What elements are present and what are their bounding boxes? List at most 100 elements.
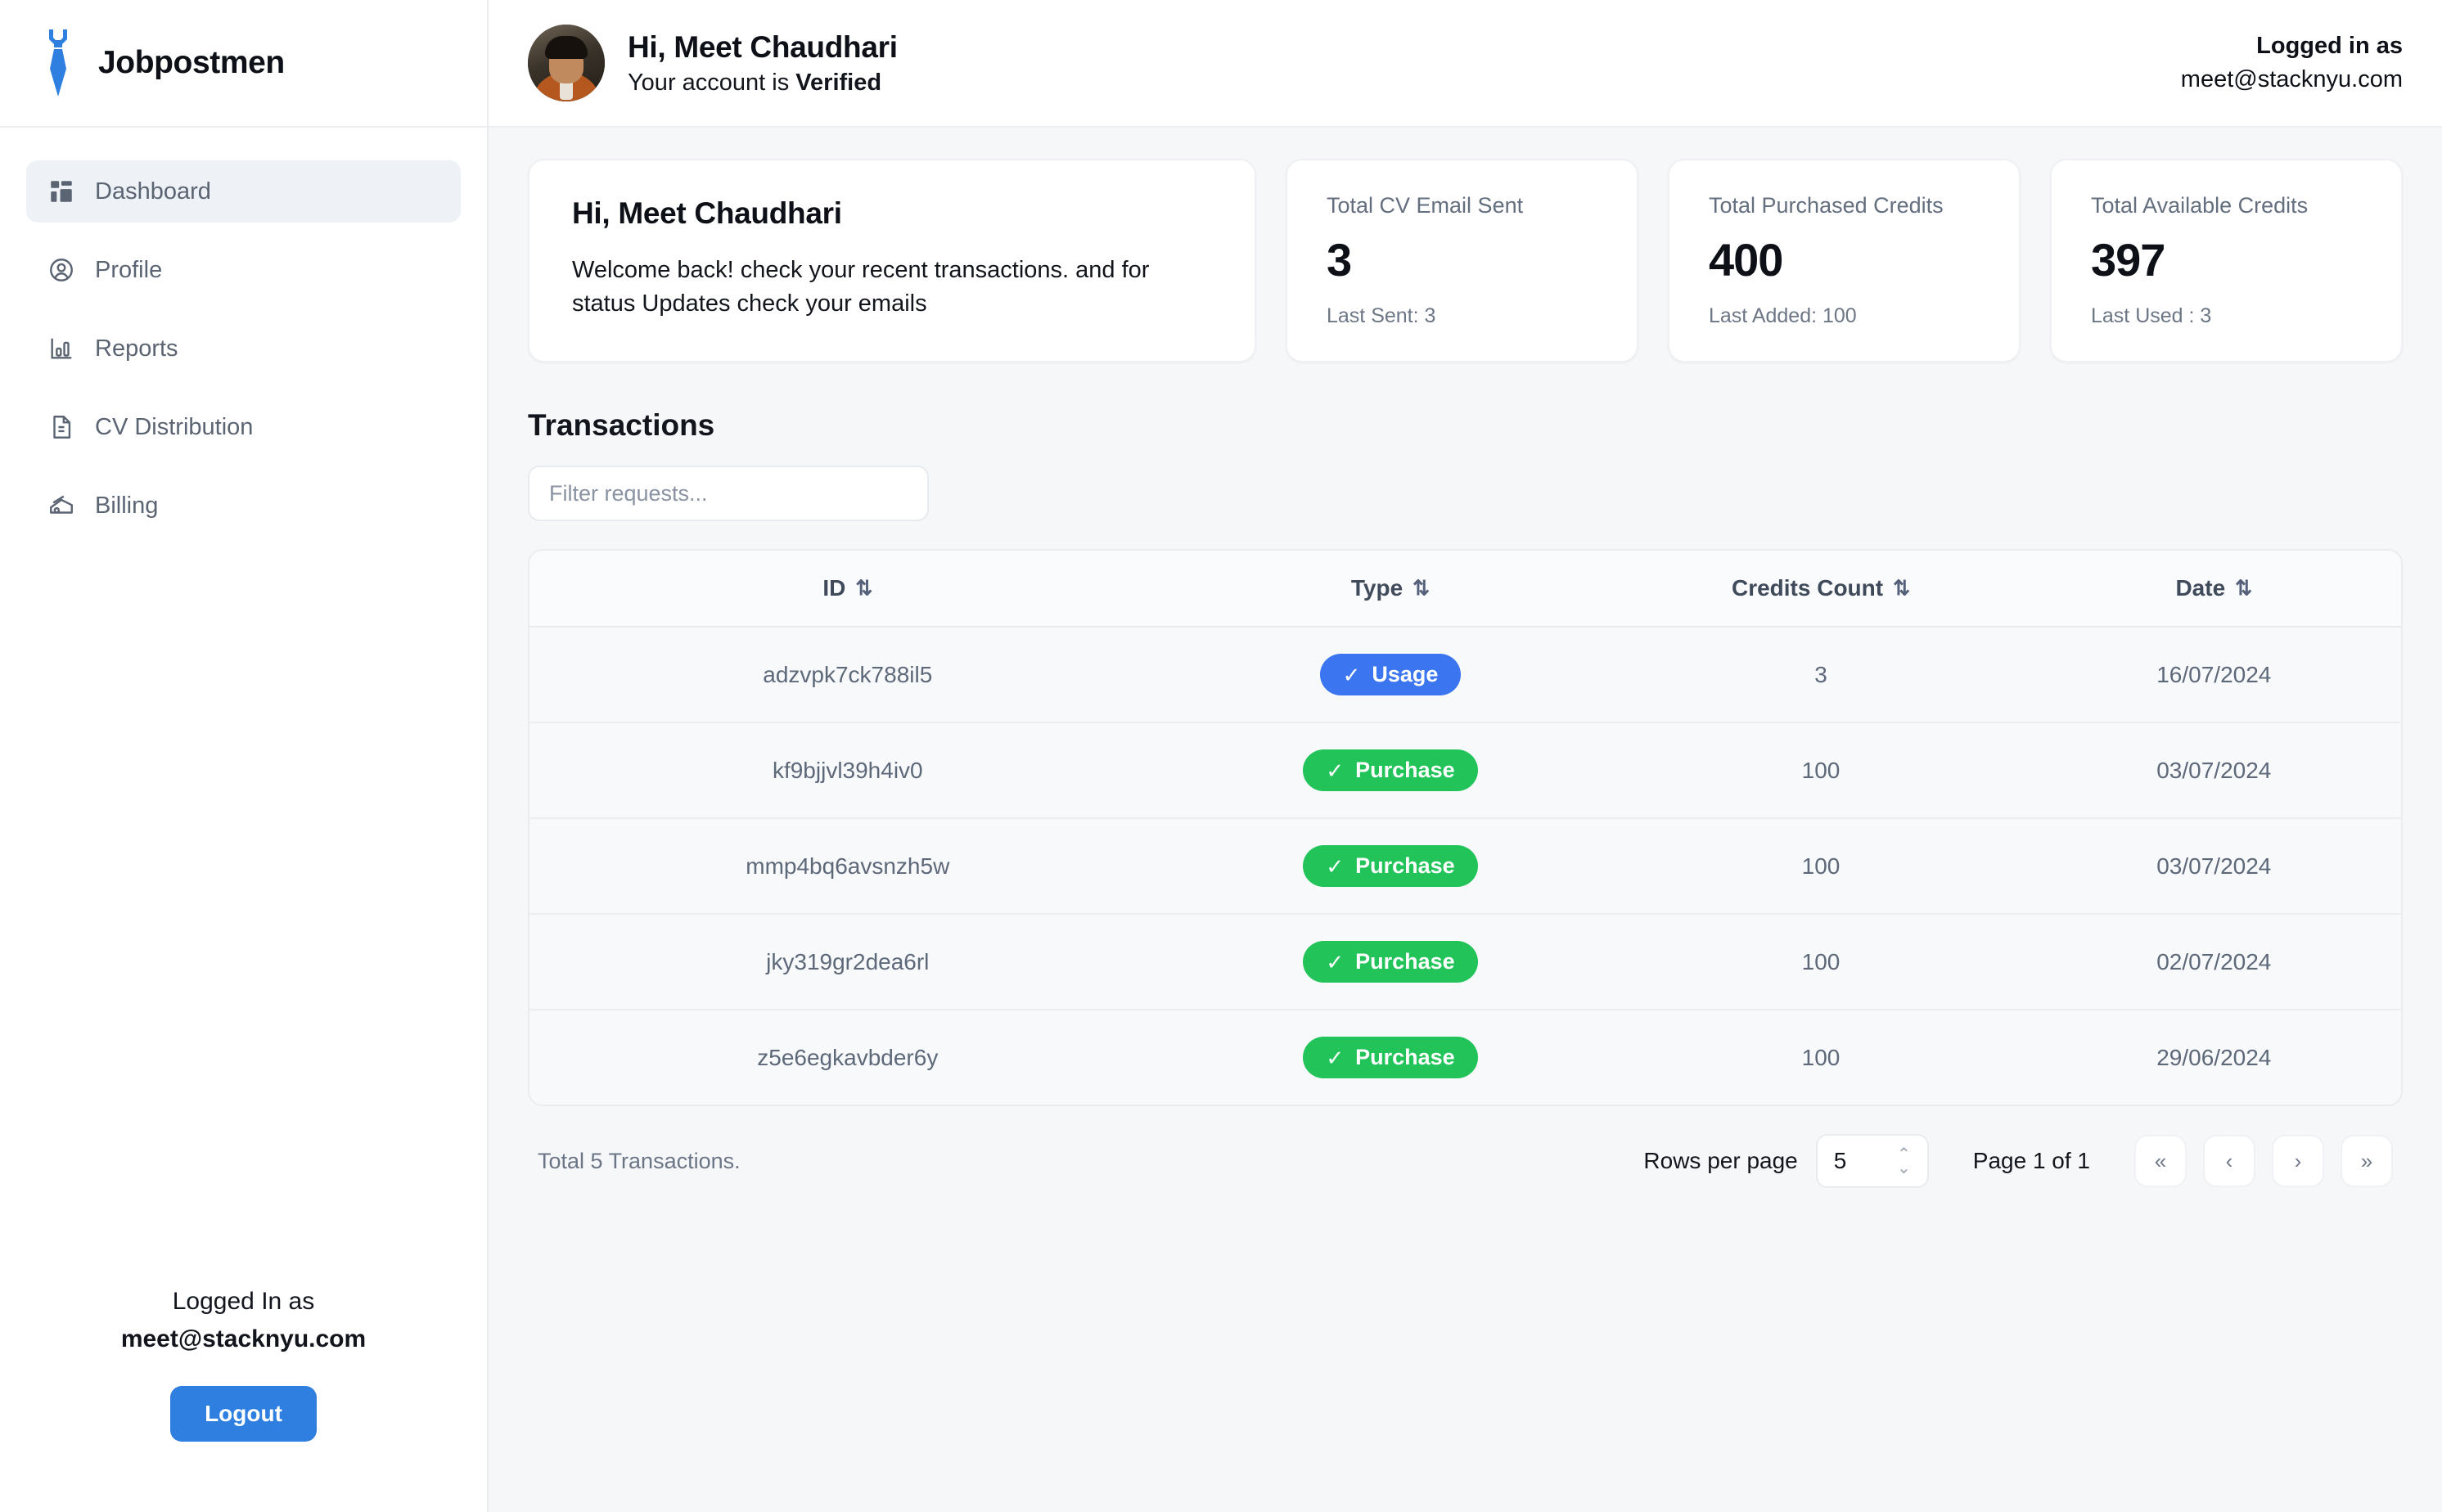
sidebar-item-label: CV Distribution xyxy=(95,413,254,440)
first-page-button[interactable]: « xyxy=(2134,1135,2187,1187)
check-icon: ✓ xyxy=(1326,949,1345,974)
column-header-label: Type xyxy=(1350,575,1403,601)
column-header-date[interactable]: Date ⇅ xyxy=(2026,551,2401,628)
sidebar-item-profile[interactable]: Profile xyxy=(26,239,461,301)
table-row[interactable]: kf9bjjvl39h4iv0 ✓ Purchase 100 03/07/2024 xyxy=(529,722,2401,819)
page-indicator: Page 1 of 1 xyxy=(1972,1148,2090,1173)
table-row[interactable]: jky319gr2dea6rl ✓ Purchase 100 02/07/2024 xyxy=(529,914,2401,1010)
cell-credits: 3 xyxy=(1615,627,2027,723)
cell-type: ✓ Usage xyxy=(1165,627,1615,723)
document-text-icon xyxy=(47,413,75,441)
filter-requests-input[interactable] xyxy=(528,466,929,521)
column-header-id[interactable]: ID ⇅ xyxy=(529,551,1166,628)
topbar: Hi, Meet Chaudhari Your account is Verif… xyxy=(489,0,2442,128)
user-avatar-photo[interactable] xyxy=(528,25,605,101)
sidebar-nav: Dashboard Profile Reports CV Distributio… xyxy=(0,128,487,553)
app-root: Jobpostmen Dashboard Profile Reports CV … xyxy=(0,0,2442,1512)
stat-label: Total Available Credits xyxy=(2091,193,2309,218)
check-icon: ✓ xyxy=(1342,662,1361,687)
sidebar-item-label: Profile xyxy=(95,256,163,283)
sidebar-footer: Logged In as meet@stacknyu.com Logout xyxy=(0,1288,487,1512)
topbar-account-info: Logged in as meet@stacknyu.com xyxy=(2181,33,2403,93)
sidebar-item-dashboard[interactable]: Dashboard xyxy=(26,160,461,223)
check-icon: ✓ xyxy=(1326,853,1345,879)
status-badge-label: Purchase xyxy=(1355,853,1455,878)
column-header-type[interactable]: Type ⇅ xyxy=(1165,551,1615,628)
table-row[interactable]: z5e6egkavbder6y ✓ Purchase 100 29/06/2024 xyxy=(529,1010,2401,1105)
sidebar-logged-in-email: meet@stacknyu.com xyxy=(120,1325,367,1352)
stat-value: 397 xyxy=(2091,234,2165,286)
check-icon: ✓ xyxy=(1326,1045,1345,1070)
cell-id: z5e6egkavbder6y xyxy=(529,1010,1166,1105)
brand-name: Jobpostmen xyxy=(98,45,285,80)
transactions-table: ID ⇅ Type ⇅ Credits Count ⇅ Date ⇅ adzvpk7ck… xyxy=(528,549,2403,1106)
sidebar-item-label: Billing xyxy=(95,492,159,519)
sidebar-item-reports[interactable]: Reports xyxy=(26,317,461,380)
necktie-logo-icon xyxy=(39,28,77,98)
stat-footnote: Last Used : 3 xyxy=(2091,304,2212,327)
rows-per-page-label: Rows per page xyxy=(1643,1148,1798,1173)
topbar-logged-in-email: meet@stacknyu.com xyxy=(2180,66,2403,92)
sidebar-item-label: Dashboard xyxy=(95,178,211,205)
account-status-prefix: Your account is xyxy=(628,69,796,96)
account-status: Your account is Verified xyxy=(628,70,898,97)
table-row[interactable]: mmp4bq6avsnzh5w ✓ Purchase 100 03/07/2024 xyxy=(529,818,2401,915)
cell-date: 16/07/2024 xyxy=(2026,627,2401,723)
previous-page-button[interactable]: ‹ xyxy=(2203,1135,2255,1187)
logout-button[interactable]: Logout xyxy=(170,1386,317,1442)
total-transactions-text: Total 5 Transactions. xyxy=(538,1148,741,1173)
next-page-button[interactable]: › xyxy=(2272,1135,2324,1187)
bar-chart-icon xyxy=(47,335,75,362)
status-badge: ✓ Purchase xyxy=(1303,749,1478,791)
summary-cards-row: Hi, Meet Chaudhari Welcome back! check y… xyxy=(528,159,2403,362)
content-area: Hi, Meet Chaudhari Welcome back! check y… xyxy=(489,128,2442,1512)
stat-footnote: Last Sent: 3 xyxy=(1327,304,1436,327)
table-header-row: ID ⇅ Type ⇅ Credits Count ⇅ Date ⇅ xyxy=(529,551,2401,628)
brand-header: Jobpostmen xyxy=(0,0,487,128)
stat-card-available-credits: Total Available Credits 397 Last Used : … xyxy=(2050,159,2403,362)
dashboard-grid-icon xyxy=(47,178,75,205)
sort-updown-icon: ⇅ xyxy=(1893,577,1911,600)
pagination-buttons: « ‹ › » xyxy=(2134,1135,2393,1187)
stat-footnote: Last Added: 100 xyxy=(1709,304,1857,327)
stat-card-cv-email-sent: Total CV Email Sent 3 Last Sent: 3 xyxy=(1286,159,1638,362)
pagination-bar: Total 5 Transactions. Rows per page 5 ⌃ ⌄… xyxy=(528,1106,2403,1188)
rows-per-page-select[interactable]: 5 ⌃ ⌄ xyxy=(1815,1134,1929,1188)
chevron-updown-icon: ⌃ ⌄ xyxy=(1897,1145,1911,1177)
user-circle-icon xyxy=(47,256,75,284)
topbar-logged-in-label: Logged in as xyxy=(2256,33,2403,59)
sidebar-logged-in-label: Logged In as xyxy=(172,1288,315,1315)
cell-type: ✓ Purchase xyxy=(1165,818,1615,915)
cell-date: 02/07/2024 xyxy=(2026,914,2401,1010)
column-header-credits-count[interactable]: Credits Count ⇅ xyxy=(1615,551,2027,628)
cell-type: ✓ Purchase xyxy=(1165,1010,1615,1105)
sort-updown-icon: ⇅ xyxy=(2235,577,2253,600)
last-page-button[interactable]: » xyxy=(2341,1135,2393,1187)
status-badge-label: Purchase xyxy=(1355,1045,1455,1069)
cell-date: 03/07/2024 xyxy=(2026,722,2401,819)
check-icon: ✓ xyxy=(1326,758,1345,783)
table-row[interactable]: adzvpk7ck788il5 ✓ Usage 3 16/07/2024 xyxy=(529,627,2401,723)
cell-id: jky319gr2dea6rl xyxy=(529,914,1166,1010)
stat-value: 3 xyxy=(1327,234,1352,286)
welcome-card-title: Hi, Meet Chaudhari xyxy=(572,196,842,230)
status-badge: ✓ Purchase xyxy=(1303,941,1478,983)
column-header-label: ID xyxy=(822,575,846,601)
status-badge-label: Purchase xyxy=(1355,758,1455,782)
sidebar-item-billing[interactable]: Billing xyxy=(26,475,461,537)
cell-id: mmp4bq6avsnzh5w xyxy=(529,818,1166,915)
cell-type: ✓ Purchase xyxy=(1165,722,1615,819)
sidebar-item-cv-distribution[interactable]: CV Distribution xyxy=(26,396,461,458)
cell-date: 03/07/2024 xyxy=(2026,818,2401,915)
cell-id: kf9bjjvl39h4iv0 xyxy=(529,722,1166,819)
status-badge-label: Purchase xyxy=(1355,949,1455,974)
topbar-greeting: Hi, Meet Chaudhari xyxy=(628,29,898,64)
cell-date: 29/06/2024 xyxy=(2026,1010,2401,1105)
cell-credits: 100 xyxy=(1615,1010,2027,1105)
stat-label: Total CV Email Sent xyxy=(1327,193,1524,218)
column-header-label: Credits Count xyxy=(1731,575,1884,601)
welcome-card-text: Welcome back! check your recent transact… xyxy=(572,257,1150,317)
transactions-title: Transactions xyxy=(528,408,715,442)
cell-credits: 100 xyxy=(1615,914,2027,1010)
